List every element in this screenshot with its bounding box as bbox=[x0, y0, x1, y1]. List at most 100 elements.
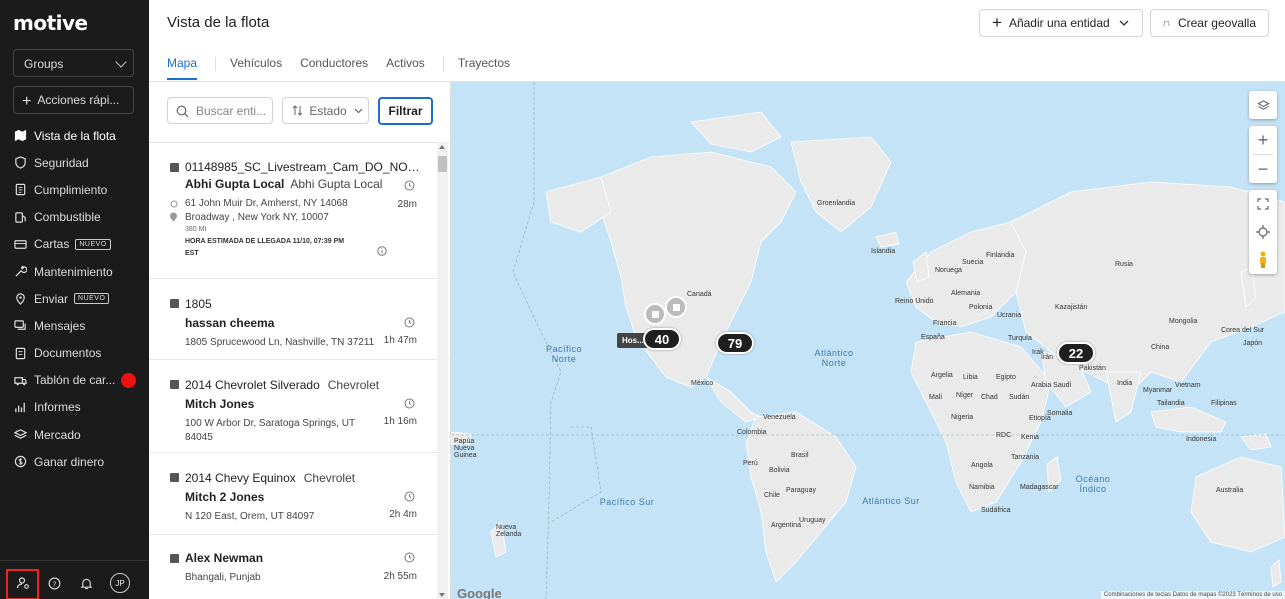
scroll-thumb[interactable] bbox=[438, 156, 447, 172]
tab-trayectos[interactable]: Trayectos bbox=[458, 56, 510, 80]
plus-icon: + bbox=[22, 93, 32, 110]
sidebar-item-mensajes[interactable]: Mensajes bbox=[0, 312, 149, 339]
map-label: Libia bbox=[963, 374, 978, 381]
create-geofence-button[interactable]: Crear geovalla bbox=[1150, 9, 1269, 37]
add-entity-button[interactable]: + Añadir una entidad bbox=[979, 9, 1143, 37]
layers-icon[interactable] bbox=[1249, 91, 1277, 119]
quick-actions-label: Acciones rápi... bbox=[37, 93, 120, 107]
truck-icon bbox=[14, 374, 27, 387]
tab-activos[interactable]: Activos bbox=[386, 56, 425, 80]
layers-icon bbox=[14, 428, 27, 441]
user-settings-icon[interactable] bbox=[13, 573, 33, 593]
sidebar-item-cumplimiento[interactable]: Cumplimiento bbox=[0, 176, 149, 203]
sidebar-item-informes[interactable]: Informes bbox=[0, 394, 149, 421]
scroll-down-arrow[interactable] bbox=[439, 593, 445, 597]
map-label: Canadá bbox=[687, 291, 712, 298]
vehicle-marker[interactable] bbox=[665, 296, 687, 318]
zoom-out-icon[interactable]: − bbox=[1249, 155, 1277, 183]
groups-select[interactable]: Groups bbox=[13, 49, 134, 77]
origin-text: 61 John Muir Dr, Amherst, NY 14068 bbox=[185, 198, 348, 209]
ocean-label: Atlántico Sur bbox=[862, 496, 920, 506]
status-sort-dropdown[interactable]: Estado bbox=[282, 97, 369, 124]
vehicle-name: 01148985_SC_Livestream_Cam_DO_NOT_... bbox=[185, 160, 420, 174]
quick-actions-button[interactable]: + Acciones rápi... bbox=[13, 86, 134, 114]
map-label: India bbox=[1117, 380, 1133, 387]
list-scrollbar[interactable] bbox=[437, 142, 448, 599]
sidebar-item-documentos[interactable]: Documentos bbox=[0, 340, 149, 367]
list-item[interactable]: Alex Newman Bhangali, Punjab 2h 55m bbox=[149, 535, 451, 599]
list-item[interactable]: 2014 Chevrolet Silverado Chevrolet Mitch … bbox=[149, 360, 451, 453]
tab-vehiculos[interactable]: Vehículos bbox=[230, 56, 282, 80]
street-view-pegman-icon[interactable] bbox=[1249, 246, 1277, 274]
map-tools-control[interactable] bbox=[1249, 190, 1277, 274]
zoom-in-icon[interactable]: + bbox=[1249, 126, 1277, 154]
user-avatar[interactable]: JP bbox=[110, 573, 130, 593]
sidebar-item-ganar-dinero[interactable]: Ganar dinero bbox=[0, 448, 149, 475]
destination-text: Broadway , New York NY, 10007 bbox=[185, 212, 329, 223]
chevron-down-icon bbox=[354, 108, 363, 114]
vehicle-marker[interactable] bbox=[644, 303, 666, 325]
sidebar-item-label: Mantenimiento bbox=[34, 264, 113, 279]
bell-icon[interactable] bbox=[76, 573, 96, 593]
map-label: Japón bbox=[1243, 340, 1263, 347]
vehicle-cluster[interactable]: 40 bbox=[643, 328, 681, 350]
sidebar-nav: Vista de la flota Seguridad Cumplimiento… bbox=[0, 122, 149, 475]
sidebar-item-seguridad[interactable]: Seguridad bbox=[0, 149, 149, 176]
scroll-up-arrow[interactable] bbox=[439, 145, 445, 149]
locate-icon[interactable] bbox=[1249, 218, 1277, 246]
clock-icon bbox=[404, 552, 415, 563]
map-label: Sudán bbox=[1009, 394, 1030, 401]
search-input[interactable]: Buscar enti... bbox=[167, 97, 273, 124]
vehicle-cluster[interactable]: 22 bbox=[1057, 342, 1095, 364]
geofence-icon bbox=[1163, 20, 1170, 26]
info-icon[interactable] bbox=[377, 246, 387, 256]
fullscreen-icon[interactable] bbox=[1249, 190, 1277, 218]
map-label: Argelia bbox=[931, 372, 953, 379]
page-title: Vista de la flota bbox=[167, 14, 270, 31]
sidebar-item-combustible[interactable]: Combustible bbox=[0, 204, 149, 231]
zoom-control[interactable]: + − bbox=[1249, 126, 1277, 183]
tab-mapa[interactable]: Mapa bbox=[167, 56, 198, 80]
sidebar-item-cartas[interactable]: Cartas NUEVO bbox=[0, 231, 149, 258]
map-label: RDC bbox=[996, 432, 1012, 439]
map-label: Turquía bbox=[1008, 335, 1032, 342]
list-item[interactable]: 01148985_SC_Livestream_Cam_DO_NOT_... Ab… bbox=[149, 143, 451, 279]
sidebar-item-vista-flota[interactable]: Vista de la flota bbox=[0, 122, 149, 149]
tab-conductores[interactable]: Conductores bbox=[300, 56, 368, 80]
world-map-shapes bbox=[451, 82, 1285, 599]
sidebar-item-label: Documentos bbox=[34, 346, 102, 361]
sidebar-bottom-bar: ? JP bbox=[0, 560, 149, 599]
map-attribution[interactable]: Combinaciones de teclas Datos de mapas ©… bbox=[1100, 591, 1285, 599]
driver-name: Mitch 2 Jones bbox=[185, 490, 265, 504]
map-label: Finlandia bbox=[986, 252, 1015, 259]
driver-name-text: Abhi Gupta Local bbox=[185, 177, 285, 191]
vehicle-name-text: 2014 Chevrolet Silverado bbox=[185, 378, 320, 392]
search-placeholder: Buscar enti... bbox=[196, 104, 267, 118]
list-item[interactable]: 1805 hassan cheema 1805 Sprucewood Ln, N… bbox=[149, 279, 451, 360]
ocean-label: Pacífico Norte bbox=[545, 344, 582, 364]
map-label: Groenlandia bbox=[817, 200, 856, 207]
map-label: Noruega bbox=[935, 267, 962, 274]
fleet-map[interactable]: Groenlandia Canadá México Venezuela Colo… bbox=[451, 82, 1285, 599]
vehicle-name-text: 2014 Chevy Equinox bbox=[185, 471, 296, 485]
sidebar-item-mantenimiento[interactable]: Mantenimiento bbox=[0, 258, 149, 285]
eta-label: HORA ESTIMADA DE LLEGADA 11/10, 07:39 PM bbox=[185, 238, 345, 245]
help-icon[interactable]: ? bbox=[44, 573, 64, 593]
filter-button[interactable]: Filtrar bbox=[378, 97, 433, 125]
sidebar-item-label: Seguridad bbox=[34, 155, 89, 170]
sidebar-item-mercado[interactable]: Mercado bbox=[0, 421, 149, 448]
motive-logo[interactable]: motive bbox=[13, 11, 88, 35]
map-label: Tailandia bbox=[1157, 400, 1185, 407]
layers-control[interactable] bbox=[1249, 91, 1277, 119]
sidebar-item-enviar[interactable]: Enviar NUEVO bbox=[0, 285, 149, 312]
map-label: Corea del Sur bbox=[1221, 327, 1265, 334]
sidebar-item-label: Mercado bbox=[34, 427, 81, 442]
vehicle-status-icon bbox=[170, 554, 179, 563]
google-logo: Google bbox=[457, 586, 502, 599]
new-badge: NUEVO bbox=[75, 238, 111, 250]
marker-square-icon bbox=[651, 310, 659, 318]
vehicle-cluster[interactable]: 79 bbox=[716, 332, 754, 354]
list-item[interactable]: 2014 Chevy Equinox Chevrolet Mitch 2 Jone… bbox=[149, 453, 451, 535]
sidebar-item-tablon-carga[interactable]: Tablón de car... bbox=[0, 367, 149, 394]
vehicle-status-icon bbox=[170, 163, 179, 172]
